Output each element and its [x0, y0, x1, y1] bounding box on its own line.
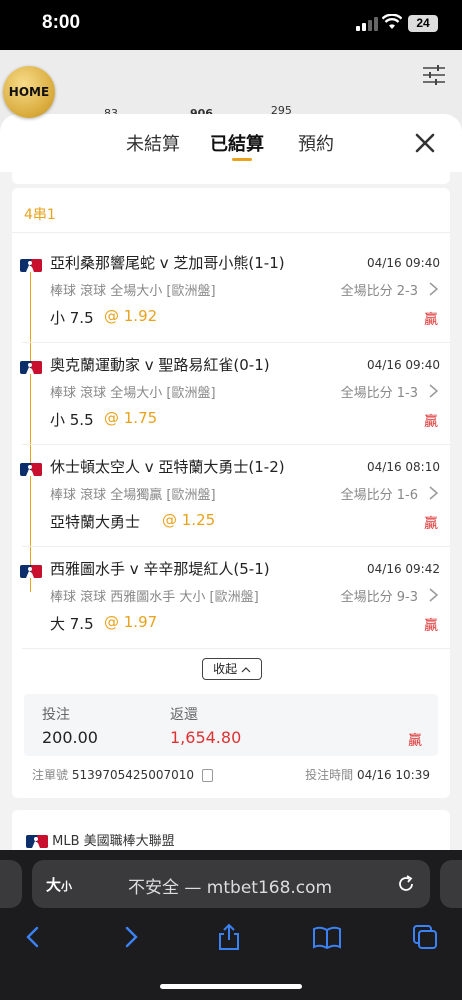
market-desc: 棒球 滾球 西雅圖水手 大小 [歐洲盤] [50, 590, 259, 605]
divider [22, 546, 450, 547]
chevron-right-icon[interactable] [429, 384, 438, 398]
ticket-info: 注單號 5139705425007010 投注時間 04/16 10:39 [12, 766, 450, 786]
ticket-number-label: 注單號 [32, 768, 69, 782]
selection: 亞特蘭大勇士 [50, 513, 141, 531]
bet-type-label: 4串1 [24, 207, 56, 223]
ticket-number: 5139705425007010 [71, 768, 194, 782]
selection: 小 5.5 [50, 411, 94, 429]
final-score: 全場比分 1-3 [340, 386, 418, 401]
odds: @ 1.25 [162, 511, 216, 529]
divider [12, 232, 450, 233]
bet-leg[interactable]: 奧克蘭運動家 v 聖路易紅雀(0-1) 04/16 09:40 棒球 滾球 全場… [12, 350, 450, 450]
final-score: 全場比分 2-3 [340, 284, 418, 299]
tabs-icon[interactable] [410, 922, 440, 952]
wifi-icon [382, 14, 402, 29]
final-score: 全場比分 9-3 [340, 590, 418, 605]
tab-reserved[interactable]: 預約 [298, 130, 334, 156]
mlb-logo-icon [26, 835, 48, 848]
mlb-logo-icon [20, 259, 42, 272]
parlay-bet-card: 4串1 亞利桑那響尾蛇 v 芝加哥小熊(1-1) 04/16 09:40 棒球 … [12, 188, 450, 798]
selection: 大 7.5 [50, 615, 94, 633]
next-tab-preview[interactable] [440, 860, 462, 908]
previous-bet-card [12, 164, 450, 184]
bet-outcome: 贏 [408, 733, 422, 749]
text-size-button[interactable]: 大小 [46, 874, 72, 895]
stake-label: 投注 [42, 707, 70, 723]
bet-leg[interactable]: 休士頓太空人 v 亞特蘭大勇士(1-2) 04/16 08:10 棒球 滾球 全… [12, 452, 450, 552]
close-icon[interactable] [414, 132, 436, 154]
bet-leg[interactable]: 亞利桑那響尾蛇 v 芝加哥小熊(1-1) 04/16 09:40 棒球 滾球 全… [12, 248, 450, 348]
clock: 8:00 [42, 12, 81, 33]
status-bar: 8:00 24 [0, 0, 462, 50]
mlb-logo-icon [20, 565, 42, 578]
match-name: 休士頓太空人 v 亞特蘭大勇士(1-2) [50, 458, 285, 476]
final-score: 全場比分 1-6 [340, 488, 418, 503]
share-icon[interactable] [214, 922, 244, 952]
bet-summary: 投注 200.00 返還 1,654.80 贏 [24, 694, 438, 756]
leg-result: 贏 [424, 414, 438, 430]
filter-settings-icon[interactable] [423, 65, 445, 85]
market-desc: 棒球 滾球 全場大小 [歐洲盤] [50, 284, 216, 299]
mlb-logo-icon [20, 361, 42, 374]
match-time: 04/16 09:42 [367, 562, 440, 576]
match-name: 亞利桑那響尾蛇 v 芝加哥小熊(1-1) [50, 254, 285, 272]
leg-result: 贏 [424, 516, 438, 532]
next-bet-card[interactable]: MLB 美國職棒大聯盟 [12, 810, 450, 854]
bet-record-sheet: 未結算 已結算 預約 4串1 亞利桑那響尾蛇 v 芝加哥小熊(1-1) 04/1… [0, 114, 462, 854]
previous-tab-preview[interactable] [0, 860, 22, 908]
match-name: 西雅圖水手 v 辛辛那堤紅人(5-1) [50, 560, 270, 578]
chevron-right-icon[interactable] [429, 588, 438, 602]
divider [22, 648, 450, 649]
mlb-logo-icon [20, 463, 42, 476]
reload-icon[interactable] [396, 874, 416, 894]
bet-time-label: 投注時間 [305, 768, 354, 782]
chevron-right-icon[interactable] [429, 486, 438, 500]
cellular-signal-icon [356, 17, 378, 31]
league-name: MLB 美國職棒大聯盟 [52, 834, 175, 849]
match-time: 04/16 08:10 [367, 460, 440, 474]
tab-unsettled[interactable]: 未結算 [126, 130, 180, 156]
odds: @ 1.97 [104, 613, 158, 631]
divider [22, 444, 450, 445]
address-bar[interactable]: 大小 不安全 — mtbet168.com [32, 860, 430, 908]
leg-result: 贏 [424, 618, 438, 634]
match-time: 04/16 09:40 [367, 358, 440, 372]
tab-settled[interactable]: 已結算 [210, 130, 264, 161]
bet-leg[interactable]: 西雅圖水手 v 辛辛那堤紅人(5-1) 04/16 09:42 棒球 滾球 西雅… [12, 554, 450, 654]
match-name: 奧克蘭運動家 v 聖路易紅雀(0-1) [50, 356, 270, 374]
odds: @ 1.75 [104, 409, 158, 427]
return-label: 返還 [170, 707, 198, 723]
collapse-button[interactable]: 收起 [202, 658, 262, 680]
copy-icon[interactable] [201, 769, 213, 782]
stake-value: 200.00 [42, 728, 98, 747]
return-value: 1,654.80 [170, 728, 242, 747]
forward-icon[interactable] [116, 922, 146, 952]
bet-time: 04/16 10:39 [357, 768, 430, 782]
divider [22, 342, 450, 343]
chevron-right-icon[interactable] [429, 282, 438, 296]
home-indicator [160, 984, 302, 989]
home-button[interactable]: HOME [3, 66, 55, 118]
bookmarks-icon[interactable] [312, 922, 342, 952]
odds: @ 1.92 [104, 307, 158, 325]
back-icon[interactable] [18, 922, 48, 952]
market-desc: 棒球 滾球 全場大小 [歐洲盤] [50, 386, 216, 401]
battery-indicator: 24 [408, 15, 438, 32]
chevron-up-icon [241, 666, 251, 672]
active-tab-indicator [232, 158, 252, 161]
market-desc: 棒球 滾球 全場獨贏 [歐洲盤] [50, 488, 216, 503]
browser-chrome: 大小 不安全 — mtbet168.com [0, 850, 462, 1000]
leg-result: 贏 [424, 312, 438, 328]
match-time: 04/16 09:40 [367, 256, 440, 270]
selection: 小 7.5 [50, 309, 94, 327]
url-text: 不安全 — mtbet168.com [128, 878, 333, 898]
